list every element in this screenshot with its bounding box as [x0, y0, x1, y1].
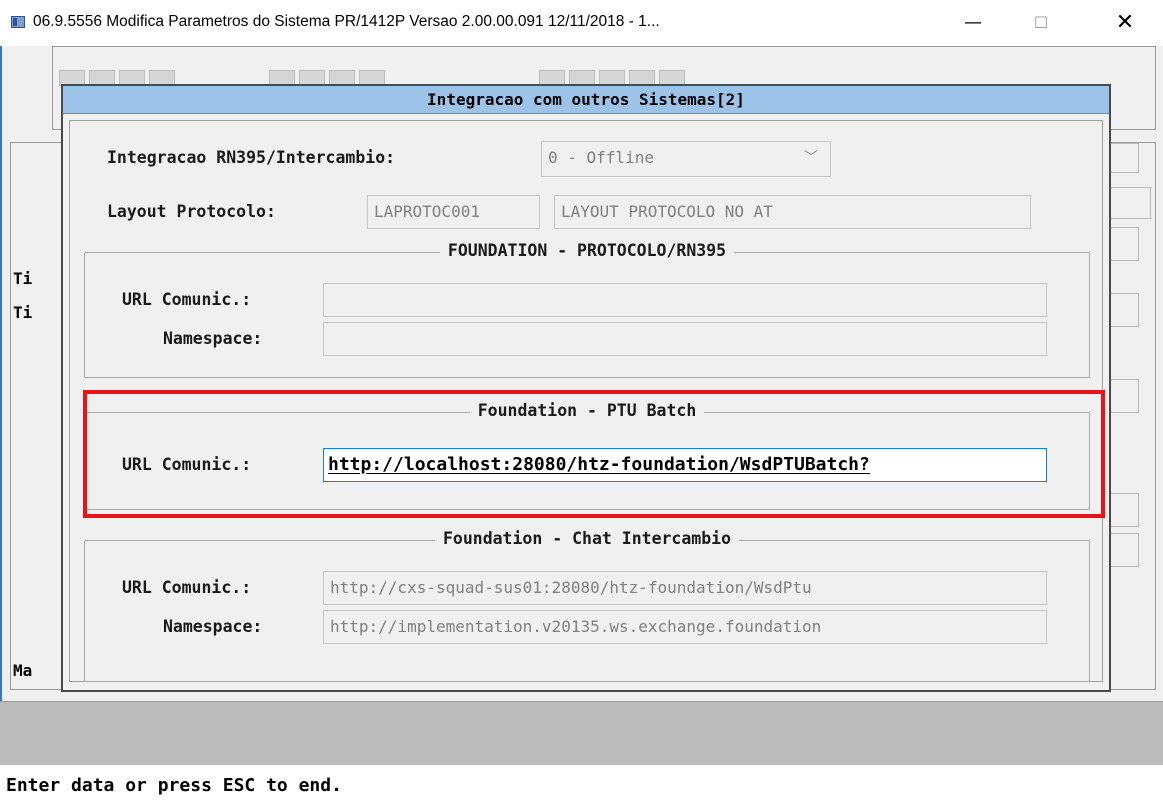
- integracao-value: 0 - Offline: [548, 148, 654, 167]
- chat-namespace-label: Namespace:: [163, 617, 263, 636]
- chevron-down-icon: ﹀: [804, 150, 818, 166]
- ptu-url-label: URL Comunic.:: [122, 455, 252, 474]
- close-button[interactable]: ✕: [1102, 8, 1148, 38]
- chat-url-label: URL Comunic.:: [122, 578, 252, 597]
- integracao-select[interactable]: 0 - Offline ﹀: [541, 141, 831, 177]
- status-message: Enter data or press ESC to end.: [6, 775, 342, 796]
- background-label: Ma: [13, 661, 33, 680]
- integracao-label: Integracao RN395/Intercambio:: [107, 148, 396, 167]
- status-bar: Enter data or press ESC to end.: [0, 765, 1163, 805]
- group-ptu-title: Foundation - PTU Batch: [469, 401, 705, 420]
- dialog-title: Integracao com outros Sistemas[2]: [63, 86, 1109, 114]
- protocolo-namespace-field[interactable]: [323, 322, 1047, 356]
- background-label: Ti: [13, 303, 33, 322]
- status-area: [0, 701, 1163, 765]
- protocolo-url-label: URL Comunic.:: [122, 290, 252, 309]
- ptu-url-field[interactable]: http://localhost:28080/htz-foundation/Ws…: [323, 448, 1047, 482]
- group-chat-title: Foundation - Chat Intercambio: [434, 529, 740, 548]
- background-label: Ti: [13, 269, 33, 288]
- chat-url-field[interactable]: http://cxs-squad-sus01:28080/htz-foundat…: [323, 571, 1047, 605]
- protocolo-url-field[interactable]: [323, 283, 1047, 317]
- window-title: 06.9.5556 Modifica Parametros do Sistema…: [33, 13, 660, 30]
- window-titlebar: 06.9.5556 Modifica Parametros do Sistema…: [0, 0, 1163, 46]
- maximize-button[interactable]: ☐: [1018, 8, 1064, 38]
- layout-protocolo-label: Layout Protocolo:: [107, 202, 276, 221]
- group-protocolo-title: FOUNDATION - PROTOCOLO/RN395: [439, 241, 735, 260]
- layout-protocolo-description-field[interactable]: LAYOUT PROTOCOLO NO AT: [554, 195, 1031, 229]
- layout-protocolo-code-field[interactable]: LAPROTOC001: [367, 195, 540, 229]
- minimize-button[interactable]: —: [950, 8, 996, 38]
- chat-namespace-field[interactable]: http://implementation.v20135.ws.exchange…: [323, 610, 1047, 644]
- protocolo-namespace-label: Namespace:: [163, 329, 263, 348]
- app-icon: [11, 16, 25, 28]
